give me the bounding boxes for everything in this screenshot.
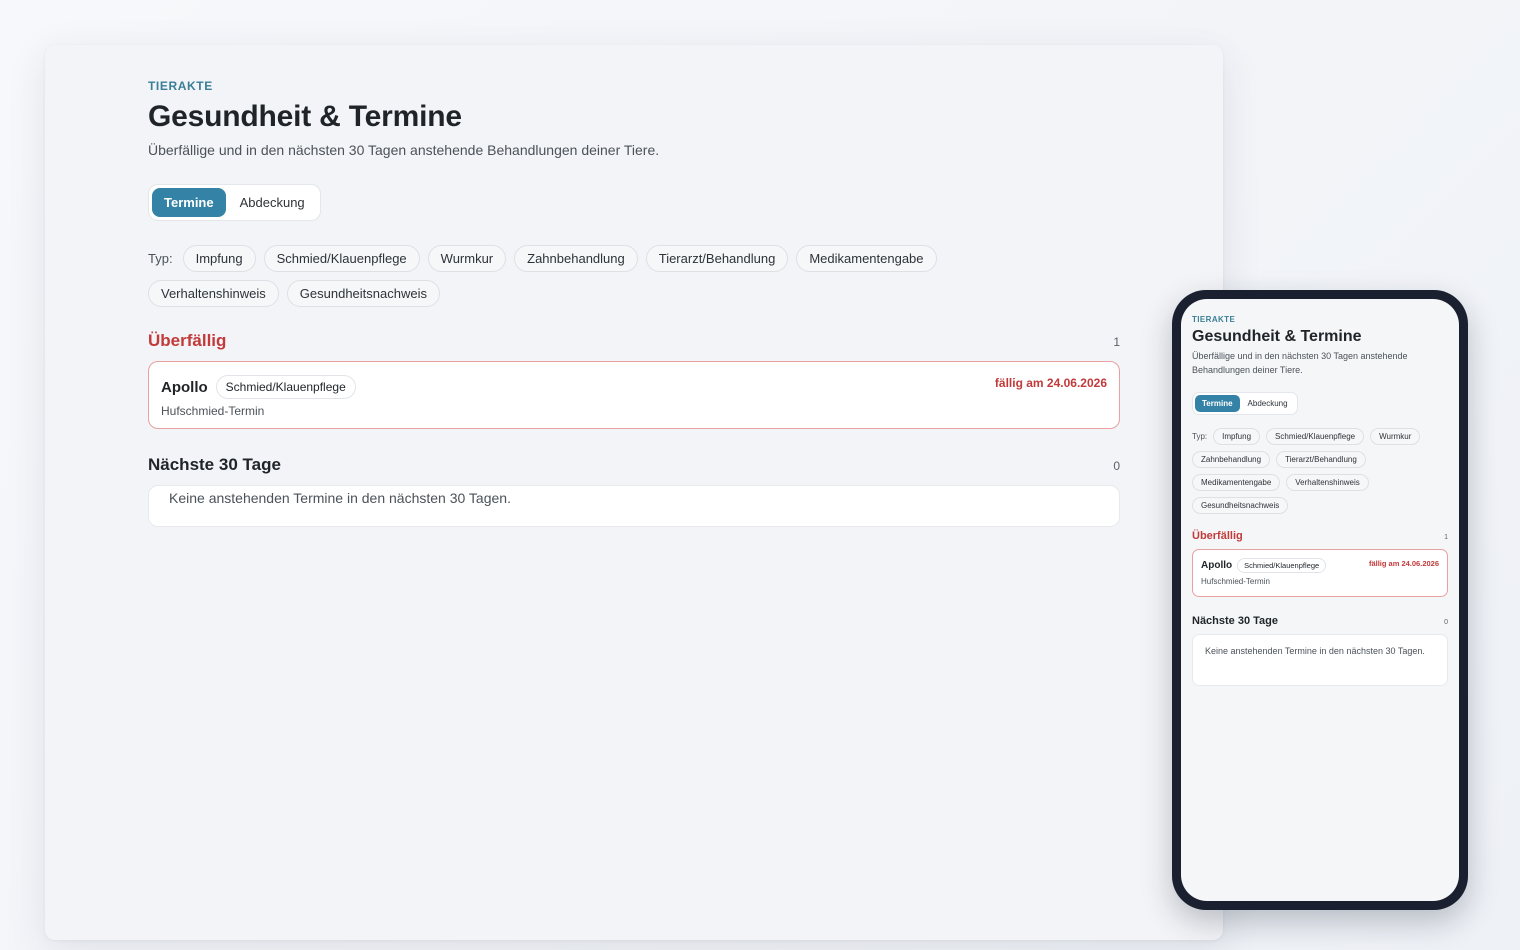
mobile-upcoming-section-header: Nächste 30 Tage 0 (1192, 615, 1448, 627)
filter-chip-verhaltenshinweis[interactable]: Verhaltenshinweis (148, 280, 279, 307)
overdue-count: 1 (1113, 335, 1120, 349)
mobile-overdue-title: Überfällig (1192, 529, 1243, 542)
mobile-type-filter-label: Typ: (1192, 431, 1208, 441)
mobile-upcoming-title: Nächste 30 Tage (1192, 614, 1279, 627)
mobile-content: TIERAKTE Gesundheit & Termine Überfällig… (1192, 315, 1448, 686)
upcoming-count: 0 (1113, 459, 1120, 473)
due-date: fällig am 24.06.2026 (994, 376, 1107, 390)
page-eyebrow: TIERAKTE (148, 79, 213, 93)
type-filter-bar: Typ: Impfung Schmied/Klauenpflege Wurmku… (148, 245, 1048, 307)
mobile-page-subtitle: Überfällige und in den nächsten 30 Tagen… (1192, 351, 1408, 375)
mobile-filter-chip-tierarzt[interactable]: Tierarzt/Behandlung (1276, 450, 1366, 468)
treatment-type-badge: Schmied/Klauenpflege (215, 375, 356, 399)
mobile-upcoming-count: 0 (1444, 618, 1448, 626)
mobile-overdue-item-card[interactable]: Apollo Schmied/Klauenpflege Hufschmied-T… (1192, 548, 1448, 597)
overdue-section-header: Überfällig 1 (148, 331, 1120, 351)
mobile-pet-name: Apollo (1201, 559, 1233, 571)
upcoming-empty-state: Keine anstehenden Termine in den nächste… (148, 485, 1120, 527)
view-segmented-control: Termine Abdeckung (148, 184, 321, 221)
filter-chip-wurmkur[interactable]: Wurmkur (427, 245, 507, 272)
mobile-page-eyebrow: TIERAKTE (1192, 315, 1236, 324)
mobile-filter-chip-schmied[interactable]: Schmied/Klauenpflege (1266, 427, 1365, 445)
desktop-content: TIERAKTE Gesundheit & Termine Überfällig… (148, 79, 1120, 527)
phone-frame: TIERAKTE Gesundheit & Termine Überfällig… (1172, 290, 1468, 910)
mobile-type-filter-bar: Typ: Impfung Schmied/Klauenpflege Wurmku… (1192, 427, 1448, 514)
mobile-due-date: fällig am 24.06.2026 (1368, 558, 1439, 568)
mobile-treatment-type-badge: Schmied/Klauenpflege (1237, 557, 1327, 573)
filter-chip-tierarzt[interactable]: Tierarzt/Behandlung (645, 245, 789, 272)
upcoming-title: Nächste 30 Tage (148, 455, 281, 474)
mobile-view-segmented-control: Termine Abdeckung (1192, 391, 1298, 415)
page-title: Gesundheit & Termine (148, 100, 462, 133)
overdue-title: Überfällig (148, 331, 227, 350)
mobile-filter-chip-impfung[interactable]: Impfung (1213, 427, 1261, 445)
mobile-overdue-section-header: Überfällig 1 (1192, 530, 1448, 542)
filter-chip-impfung[interactable]: Impfung (182, 245, 256, 272)
tab-abdeckung[interactable]: Abdeckung (228, 188, 317, 217)
mobile-upcoming-empty-state: Keine anstehenden Termine in den nächste… (1192, 633, 1448, 686)
mobile-page-title: Gesundheit & Termine (1192, 328, 1362, 345)
mobile-filter-chip-zahnbehandlung[interactable]: Zahnbehandlung (1192, 450, 1271, 468)
mobile-filter-chip-wurmkur[interactable]: Wurmkur (1370, 427, 1421, 445)
mobile-tab-termine[interactable]: Termine (1195, 394, 1240, 412)
mobile-appointment-note: Hufschmied-Termin (1201, 576, 1270, 586)
mobile-filter-chip-gesundheitsnachweis[interactable]: Gesundheitsnachweis (1192, 496, 1289, 514)
filter-chip-gesundheitsnachweis[interactable]: Gesundheitsnachweis (286, 280, 440, 307)
type-filter-label: Typ: (148, 251, 173, 266)
tab-termine[interactable]: Termine (152, 188, 226, 217)
upcoming-section-header: Nächste 30 Tage 0 (148, 455, 1120, 475)
filter-chip-medikamentengabe[interactable]: Medikamentengabe (796, 245, 937, 272)
page-subtitle: Überfällige und in den nächsten 30 Tagen… (148, 142, 660, 158)
filter-chip-zahnbehandlung[interactable]: Zahnbehandlung (514, 245, 638, 272)
mobile-filter-chip-medikamentengabe[interactable]: Medikamentengabe (1192, 473, 1281, 491)
mobile-overdue-count: 1 (1444, 533, 1448, 541)
desktop-window: TIERAKTE Gesundheit & Termine Überfällig… (45, 45, 1223, 940)
appointment-note: Hufschmied-Termin (161, 404, 265, 418)
pet-name: Apollo (161, 378, 208, 396)
mobile-filter-chip-verhaltenshinweis[interactable]: Verhaltenshinweis (1286, 473, 1369, 491)
filter-chip-schmied[interactable]: Schmied/Klauenpflege (263, 245, 420, 272)
overdue-item-card[interactable]: Apollo Schmied/Klauenpflege Hufschmied-T… (148, 361, 1120, 429)
phone-screen: TIERAKTE Gesundheit & Termine Überfällig… (1181, 299, 1459, 901)
mobile-tab-abdeckung[interactable]: Abdeckung (1241, 395, 1295, 412)
